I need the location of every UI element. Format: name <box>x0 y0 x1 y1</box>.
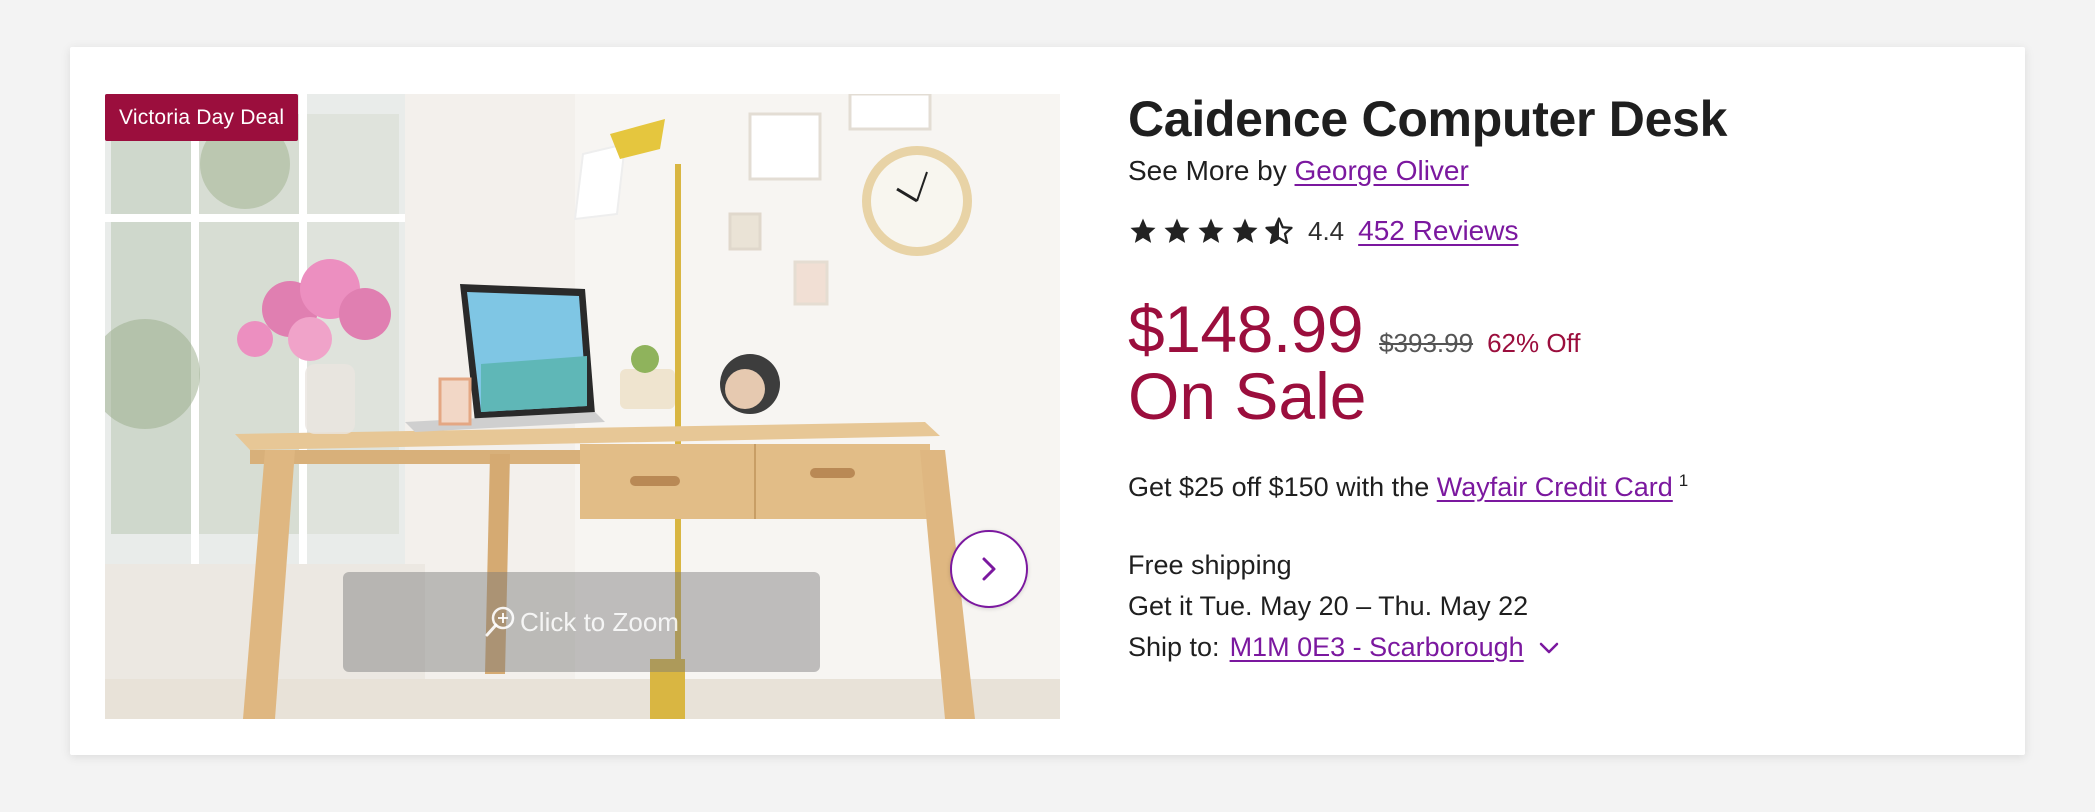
deal-badge: Victoria Day Deal <box>105 94 299 141</box>
ship-to-label: Ship to: <box>1128 632 1220 662</box>
next-image-button[interactable] <box>950 530 1028 608</box>
star-icon <box>1164 218 1190 243</box>
half-star-icon <box>1265 217 1293 244</box>
credit-offer-text: Get $25 off $150 with the <box>1128 472 1430 502</box>
sale-price: $148.99 <box>1128 292 1364 366</box>
shipping-info: Free shipping Get it Tue. May 20 – Thu. … <box>1128 545 1988 668</box>
click-to-zoom-button[interactable]: Click to Zoom <box>343 572 820 672</box>
credit-card-link[interactable]: Wayfair Credit Card <box>1437 472 1673 502</box>
see-more-prefix: See More by <box>1128 155 1287 186</box>
chevron-right-icon <box>978 554 1000 584</box>
rating-value: 4.4 <box>1308 215 1345 246</box>
product-details: Caidence Computer Desk See More by Georg… <box>1128 87 1988 668</box>
credit-card-offer: Get $25 off $150 with the Wayfair Credit… <box>1128 463 1988 505</box>
star-icon <box>1130 218 1156 243</box>
star-icon <box>1232 218 1258 243</box>
ship-to-row: Ship to: M1M 0E3 - Scarborough <box>1128 627 1988 668</box>
product-title: Caidence Computer Desk <box>1128 91 1728 147</box>
footnote-marker: 1 <box>1678 471 1689 490</box>
zoom-label: Click to Zoom <box>520 606 679 637</box>
zoom-icon <box>484 605 520 639</box>
star-rating <box>1128 216 1294 246</box>
price-row: $148.99 $393.99 62% Off <box>1128 291 1988 366</box>
star-icon <box>1198 218 1224 243</box>
on-sale-label: On Sale <box>1128 359 1367 433</box>
reviews-link[interactable]: 452 Reviews <box>1358 215 1518 247</box>
discount-label: 62% Off <box>1487 328 1581 358</box>
product-image[interactable]: Victoria Day Deal Click to Zoom <box>105 94 1060 719</box>
free-shipping: Free shipping <box>1128 550 1292 580</box>
see-more-line: See More by George Oliver <box>1128 153 1988 189</box>
chevron-down-icon[interactable] <box>1538 640 1560 656</box>
ship-to-location-link[interactable]: M1M 0E3 - Scarborough <box>1230 627 1524 668</box>
brand-link[interactable]: George Oliver <box>1295 155 1469 186</box>
rating-row: 4.4 452 Reviews <box>1128 213 1988 249</box>
original-price: $393.99 <box>1379 328 1474 358</box>
delivery-estimate: Get it Tue. May 20 – Thu. May 22 <box>1128 591 1529 621</box>
product-card: Victoria Day Deal Click to Zoom Caidence… <box>70 47 2025 755</box>
